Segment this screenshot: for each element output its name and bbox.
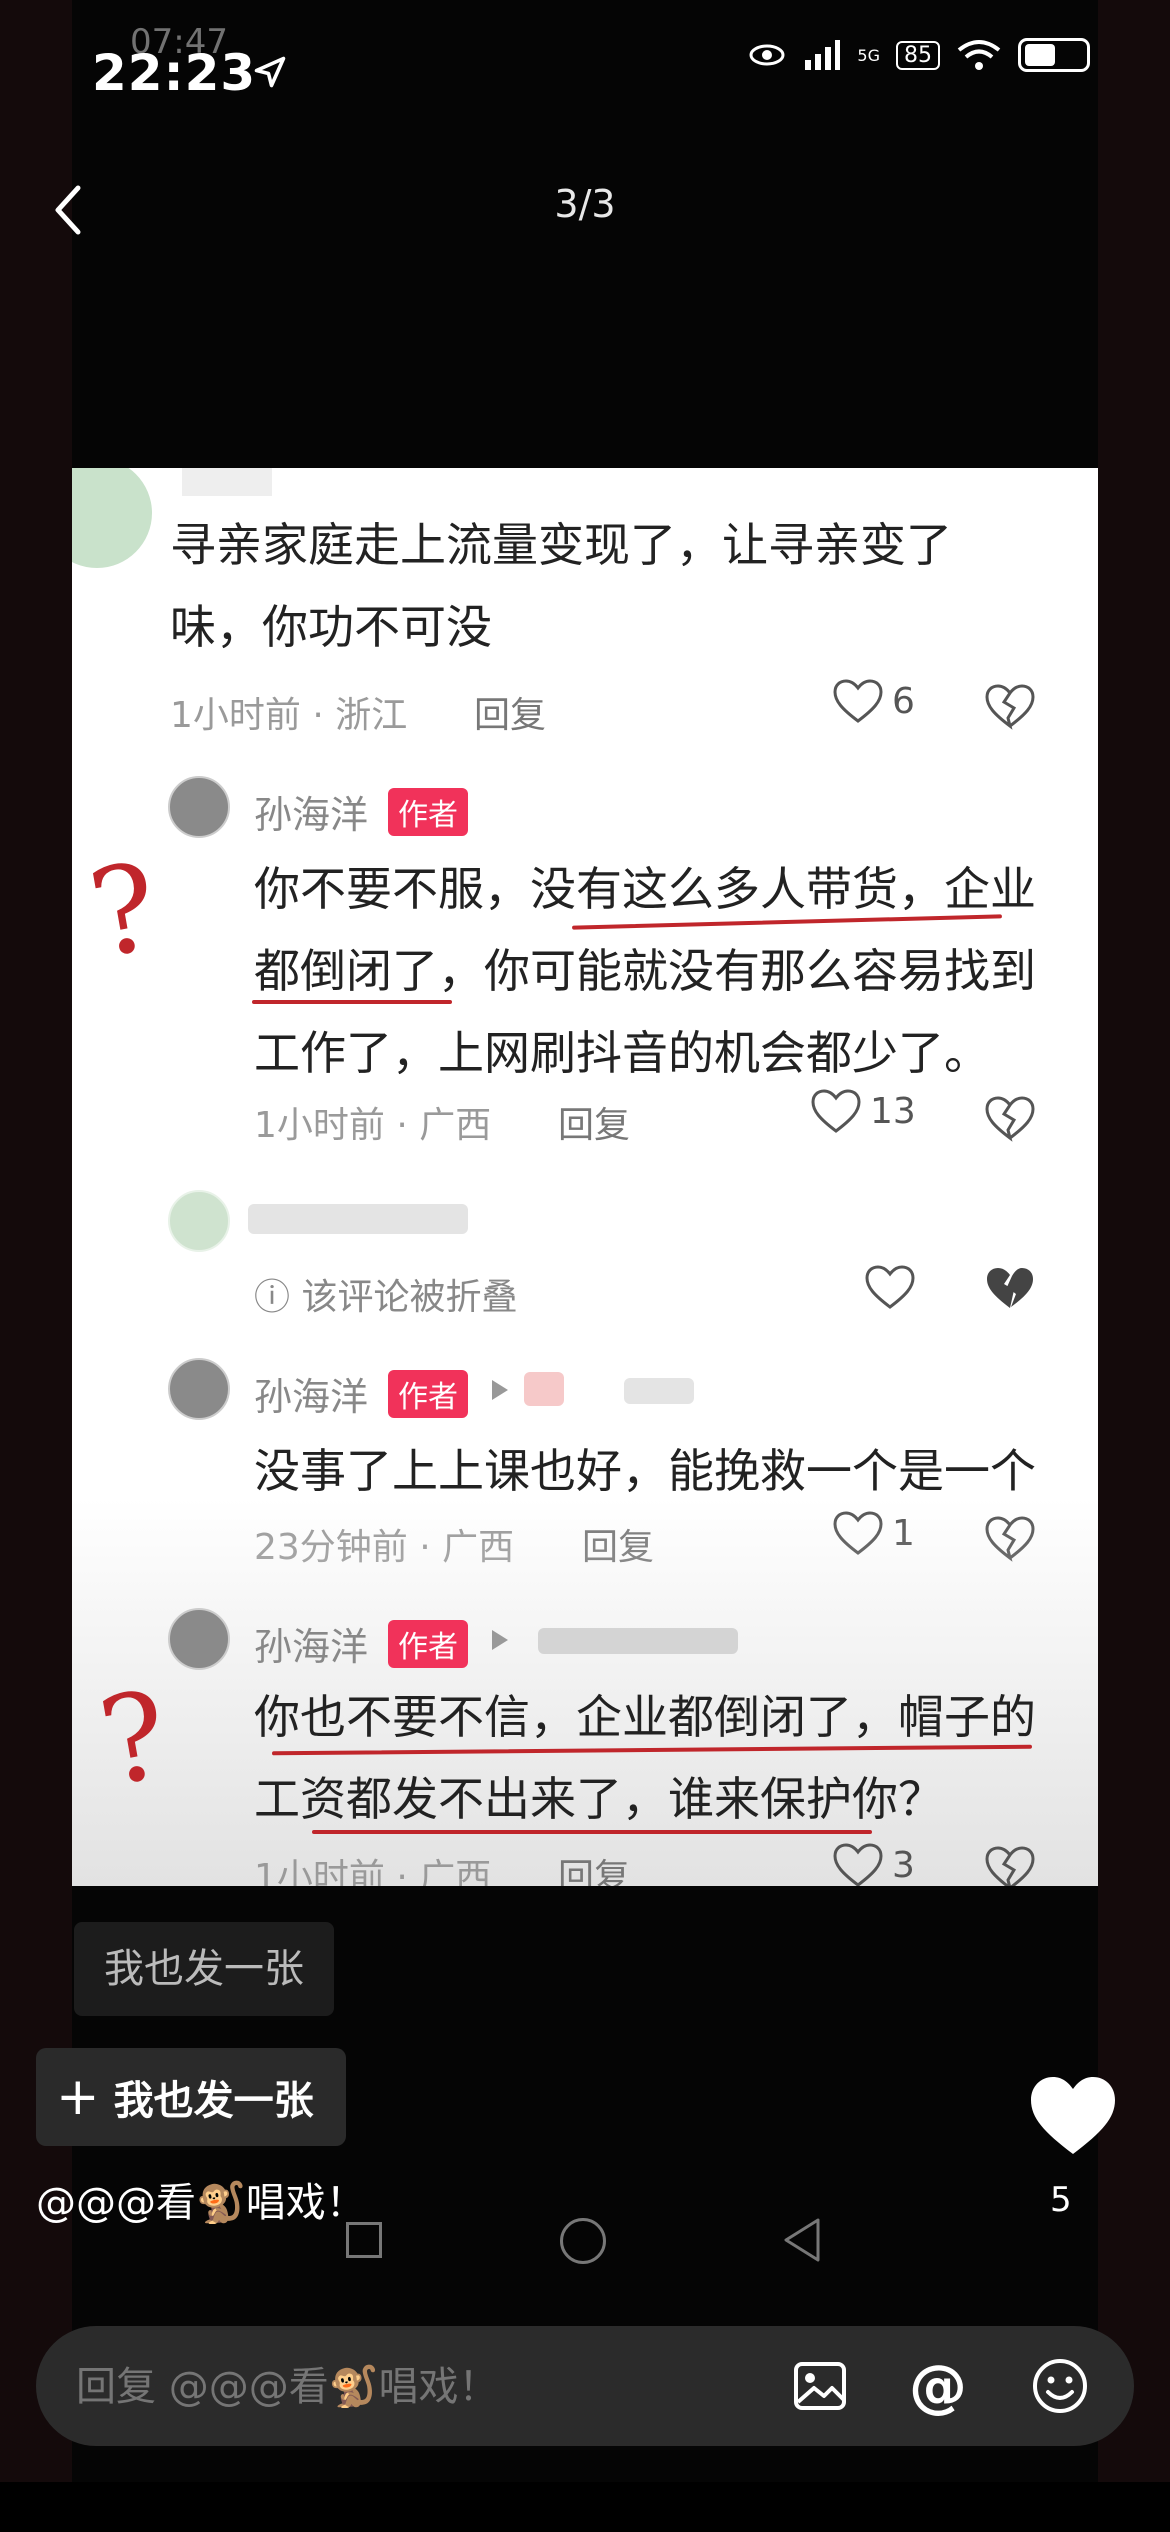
author-badge: 作者 [388, 1370, 468, 1418]
comment-meta: 1小时前 · 广西 [254, 1857, 492, 1886]
reply-to-arrow-icon [492, 1380, 508, 1400]
comment-author: 孙海洋 [254, 1625, 369, 1669]
like-count: 3 [832, 1842, 915, 1886]
image-icon[interactable] [790, 2356, 850, 2416]
dislike-icon [985, 684, 1035, 730]
reply-bar: @ [36, 2326, 1134, 2448]
status-time: 22:23 [92, 44, 257, 102]
blurred-username [624, 1378, 694, 1404]
like-number: 3 [892, 1844, 915, 1886]
blurred-username [538, 1628, 738, 1654]
reply-input[interactable] [74, 2326, 798, 2448]
heart-outline-icon [833, 1843, 883, 1886]
reply-to-arrow-icon [492, 1630, 508, 1650]
battery-icon [1018, 38, 1090, 72]
left-edge [0, 0, 72, 2532]
home-icon[interactable] [560, 2218, 606, 2264]
system-back-icon[interactable] [780, 2216, 824, 2264]
network-type: 5G [857, 45, 880, 65]
comment-text: 工资都发不出来了，谁来保护你？ [254, 1772, 944, 1826]
reply-link: 回复 [558, 1857, 631, 1886]
status-icons: 5G 85 [749, 38, 1090, 72]
reply-link: 回复 [558, 1105, 631, 1146]
comment-text: 味，你功不可没 [170, 600, 492, 654]
comment-author: 孙海洋 [254, 793, 369, 837]
like-count: 6 [832, 678, 915, 724]
wifi-signal-icon [805, 40, 841, 70]
plus-icon: + [56, 2067, 100, 2127]
like-number: 1 [892, 1512, 915, 1554]
author-badge: 作者 [388, 788, 468, 836]
post-button-label: 我也发一张 [113, 2078, 314, 2124]
eye-icon [749, 44, 785, 66]
like-heart-icon[interactable] [1028, 2074, 1118, 2158]
comment-meta: 1小时前 · 广西 [254, 1105, 492, 1146]
mention-at-icon[interactable]: @ [908, 2356, 968, 2416]
blurred-username [182, 468, 272, 496]
bottom-safe-area [0, 2482, 1170, 2532]
heart-outline-icon [865, 1265, 915, 1309]
reply-link: 回复 [474, 695, 547, 736]
emoji-icon[interactable] [1030, 2356, 1090, 2416]
red-question-mark: ? [80, 837, 168, 986]
comment-text: 寻亲家庭走上流量变现了，让寻亲变了 [170, 518, 952, 572]
reply-link: 回复 [582, 1527, 655, 1568]
comment-text: 工作了，上网刷抖音的机会都少了。 [254, 1026, 990, 1080]
like-number: 6 [892, 680, 915, 722]
dislike-icon [985, 1846, 1035, 1886]
heart-outline-icon [833, 1511, 883, 1555]
author-badge: 作者 [388, 1620, 468, 1668]
comment-text: 你也不要不信，企业都倒闭了，帽子的 [254, 1690, 1036, 1744]
comment-text: 你不要不服，没有这么多人带货，企业 [254, 862, 1036, 916]
comment-meta: 1小时前 · 浙江 [170, 695, 408, 736]
blurred-username [248, 1204, 468, 1234]
comment-text: 都倒闭了，你可能就没有那么容易找到 [254, 944, 1036, 998]
battery-percent: 85 [896, 40, 940, 70]
screenshot-image[interactable]: 寻亲家庭走上流量变现了，让寻亲变了 味，你功不可没 1小时前 · 浙江 回复 6… [72, 468, 1098, 1886]
dislike-icon [985, 1096, 1035, 1142]
like-count: 1 [832, 1510, 915, 1556]
blurred-avatar [524, 1372, 564, 1406]
post-one-too-button[interactable]: + 我也发一张 [36, 2048, 346, 2146]
like-number: 13 [870, 1090, 916, 1132]
wifi-icon [957, 40, 1001, 70]
location-arrow-icon [254, 56, 286, 88]
heart-outline-icon [833, 679, 883, 723]
comment-author: 孙海洋 [254, 1375, 369, 1419]
post-caption: @@@看🐒唱戏！ [36, 2180, 366, 2226]
like-count: 13 [810, 1088, 916, 1134]
ghost-post-chip: 我也发一张 [74, 1922, 334, 2016]
avatar [168, 1608, 230, 1670]
comment-meta: 23分钟前 · 广西 [254, 1527, 515, 1568]
red-underline [252, 1000, 452, 1004]
red-underline [312, 1830, 872, 1834]
post-like-count: 5 [1050, 2180, 1072, 2220]
red-question-mark: ? [90, 1665, 178, 1814]
avatar [168, 1358, 230, 1420]
recent-apps-icon[interactable] [346, 2222, 382, 2258]
heart-outline-icon [811, 1089, 861, 1133]
avatar [72, 468, 152, 568]
avatar [168, 776, 230, 838]
comment-text: 没事了上上课也好，能挽救一个是一个 [254, 1444, 1036, 1498]
avatar [168, 1190, 230, 1252]
dislike-filled-icon [987, 1268, 1033, 1308]
page-counter: 3/3 [554, 182, 616, 226]
dislike-icon [985, 1516, 1035, 1562]
folded-comment-notice: ⓘ 该评论被折叠 [254, 1277, 518, 1318]
